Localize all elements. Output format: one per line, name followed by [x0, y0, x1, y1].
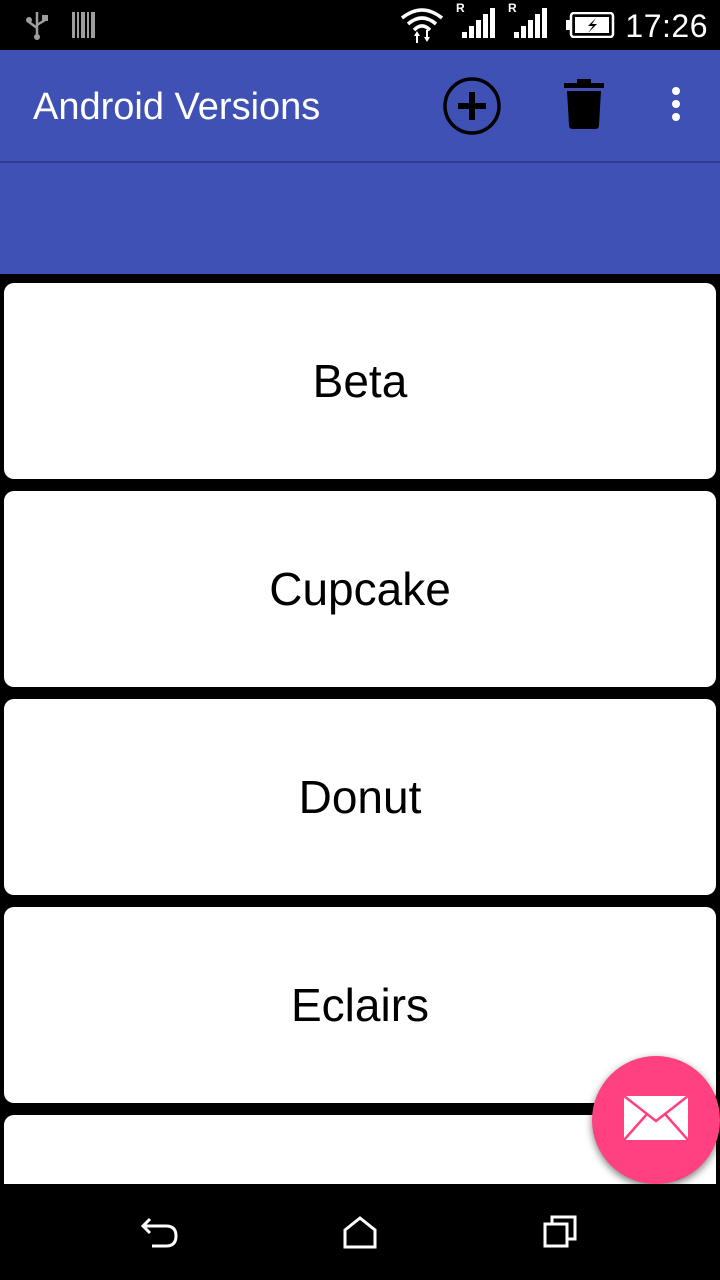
- delete-icon: [564, 78, 604, 134]
- list-item[interactable]: Beta: [4, 283, 716, 479]
- list-item-label: Cupcake: [269, 563, 451, 615]
- home-icon: [342, 1215, 378, 1254]
- list-item-label: Eclairs: [290, 979, 430, 1031]
- signal-icon: R: [456, 1, 496, 47]
- delete-button[interactable]: [556, 76, 612, 136]
- toolbar-divider: [0, 161, 720, 163]
- recents-button[interactable]: [530, 1212, 590, 1256]
- wifi-icon: [400, 6, 444, 49]
- list-item-label: Beta: [312, 355, 408, 407]
- status-bar: R R 17:26: [0, 0, 720, 50]
- battery-charging-icon: [566, 11, 616, 43]
- add-button[interactable]: [440, 76, 504, 140]
- list-item[interactable]: Eclairs: [4, 907, 716, 1103]
- mail-icon: [623, 1094, 689, 1146]
- app-title: Android Versions: [33, 86, 321, 128]
- barcode-icon: [72, 12, 96, 43]
- back-button[interactable]: [130, 1212, 190, 1256]
- add-circle-icon: [442, 76, 502, 141]
- list-item[interactable]: Donut: [4, 699, 716, 895]
- navigation-bar: [0, 1184, 720, 1280]
- overflow-menu-icon: [670, 86, 682, 127]
- back-icon: [140, 1215, 180, 1254]
- roaming-label: R: [508, 2, 517, 15]
- list-item-label: Donut: [298, 771, 422, 823]
- list-item[interactable]: Cupcake: [4, 491, 716, 687]
- usb-icon: [24, 10, 50, 45]
- send-mail-fab[interactable]: [592, 1056, 720, 1184]
- status-time: 17:26: [625, 8, 708, 44]
- app-bar: Android Versions: [0, 50, 720, 274]
- home-button[interactable]: [330, 1212, 390, 1256]
- screen: R R 17:26 Android Versions Beta Cupcake …: [0, 0, 720, 1280]
- roaming-label: R: [456, 2, 465, 15]
- signal-icon: R: [508, 1, 548, 47]
- overflow-menu-button[interactable]: [656, 76, 696, 136]
- recents-icon: [542, 1214, 578, 1255]
- android-versions-list[interactable]: Beta Cupcake Donut Eclairs: [0, 274, 720, 1184]
